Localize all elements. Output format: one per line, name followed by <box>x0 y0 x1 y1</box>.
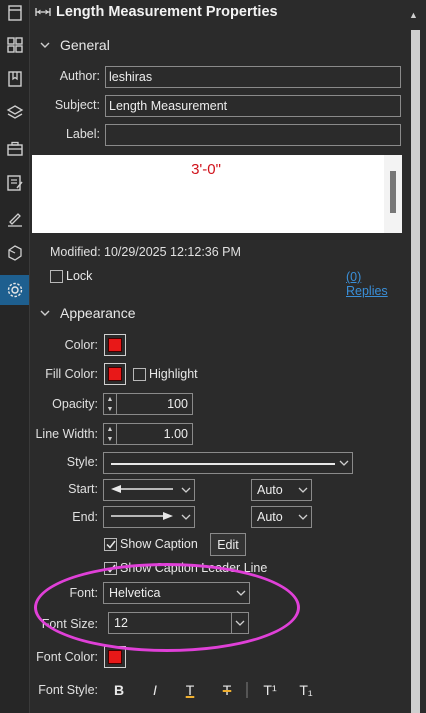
stepper-down-icon[interactable]: ▼ <box>104 434 116 444</box>
file-icon[interactable] <box>0 0 29 28</box>
preview-caption-text: 3'-0" <box>191 161 221 178</box>
end-arrow-dropdown[interactable] <box>103 506 195 528</box>
solid-line-icon <box>111 463 335 465</box>
color-label: Color: <box>64 338 98 352</box>
line-width-label: Line Width: <box>35 427 98 441</box>
settings-icon[interactable] <box>0 275 29 305</box>
fill-color-label: Fill Color: <box>45 367 98 381</box>
label-field[interactable] <box>105 124 401 146</box>
grid-icon[interactable] <box>0 30 29 60</box>
tag-icon[interactable] <box>0 238 29 268</box>
font-color-label: Font Color: <box>36 650 98 664</box>
stepper-up-icon[interactable]: ▲ <box>104 394 116 404</box>
font-style-label: Font Style: <box>38 683 98 697</box>
modified-value: 10/29/2025 12:12:36 PM <box>104 245 241 259</box>
style-label: Style: <box>66 455 98 469</box>
modified-label: Modified: <box>50 245 101 259</box>
underline-button[interactable]: T <box>179 679 201 701</box>
preview-scrollbar-thumb[interactable] <box>390 171 396 213</box>
checkmark-icon <box>105 540 116 549</box>
length-measurement-icon <box>30 3 56 21</box>
end-label: End: <box>72 510 98 524</box>
end-size-dropdown[interactable]: Auto <box>251 506 312 528</box>
show-caption-checkbox[interactable] <box>104 538 117 551</box>
edit-button[interactable]: Edit <box>210 533 246 556</box>
arrow-right-icon <box>111 512 173 520</box>
subject-field[interactable]: Length Measurement <box>105 95 401 117</box>
panel-scrollbar[interactable]: ▲ <box>404 0 426 713</box>
bold-button[interactable]: B <box>108 679 130 701</box>
highlight-annotation-oval <box>34 563 300 652</box>
color-swatch[interactable] <box>104 334 126 356</box>
subscript-button[interactable]: T₁ <box>294 679 318 701</box>
chevron-down-icon <box>295 487 311 494</box>
start-arrow-dropdown[interactable] <box>103 479 195 501</box>
layers-icon[interactable] <box>0 98 29 128</box>
opacity-label: Opacity: <box>52 397 98 411</box>
author-label: Author: <box>59 69 100 83</box>
appearance-section-title: Appearance <box>60 305 136 321</box>
start-size-value: Auto <box>257 483 283 497</box>
preview-scroll-track[interactable] <box>384 155 402 233</box>
left-icon-rail <box>0 0 30 713</box>
opacity-value[interactable]: 100 <box>117 394 192 414</box>
toolbox-icon[interactable] <box>0 134 29 164</box>
fill-color-swatch[interactable] <box>104 363 126 385</box>
stepper-down-icon[interactable]: ▼ <box>104 404 116 414</box>
chevron-down-icon <box>178 514 194 521</box>
caption-preview[interactable]: 3'-0" <box>32 155 402 233</box>
chevron-down-icon <box>178 487 194 494</box>
author-field[interactable]: leshiras <box>105 66 401 88</box>
italic-button[interactable]: I <box>144 679 166 701</box>
line-width-stepper[interactable]: ▲ ▼ 1.00 <box>103 423 193 445</box>
line-width-value[interactable]: 1.00 <box>117 424 192 444</box>
general-section-header[interactable]: General <box>30 34 110 56</box>
panel-title: Length Measurement Properties <box>56 4 278 20</box>
general-section-title: General <box>60 37 110 53</box>
line-style-dropdown[interactable] <box>103 452 353 474</box>
chevron-down-icon <box>30 310 60 317</box>
scroll-up-icon[interactable]: ▲ <box>409 10 418 20</box>
lock-label: Lock <box>66 269 93 283</box>
signature-icon[interactable] <box>0 204 29 234</box>
superscript-button[interactable]: T¹ <box>258 679 282 701</box>
replies-link[interactable]: (0) Replies <box>346 270 404 298</box>
highlight-label: Highlight <box>149 367 198 381</box>
panel-header: Length Measurement Properties <box>30 0 404 24</box>
lock-checkbox[interactable] <box>50 270 63 283</box>
toolbar-divider <box>246 682 248 698</box>
stepper-up-icon[interactable]: ▲ <box>104 424 116 434</box>
highlight-checkbox[interactable] <box>133 368 146 381</box>
show-caption-label: Show Caption <box>120 537 198 551</box>
chevron-down-icon <box>30 42 60 49</box>
chevron-down-icon <box>295 514 311 521</box>
scrollbar-thumb[interactable] <box>411 30 420 713</box>
strikethrough-button[interactable]: T <box>216 679 238 701</box>
bookmark-icon[interactable] <box>0 64 29 94</box>
markup-list-icon[interactable] <box>0 168 29 198</box>
opacity-stepper[interactable]: ▲ ▼ 100 <box>103 393 193 415</box>
start-label: Start: <box>68 482 98 496</box>
start-size-dropdown[interactable]: Auto <box>251 479 312 501</box>
label-label: Label: <box>65 127 100 141</box>
end-size-value: Auto <box>257 510 283 524</box>
chevron-down-icon <box>336 460 352 467</box>
appearance-section-header[interactable]: Appearance <box>30 302 136 324</box>
subject-label: Subject: <box>54 98 100 112</box>
arrow-left-icon <box>111 485 173 493</box>
